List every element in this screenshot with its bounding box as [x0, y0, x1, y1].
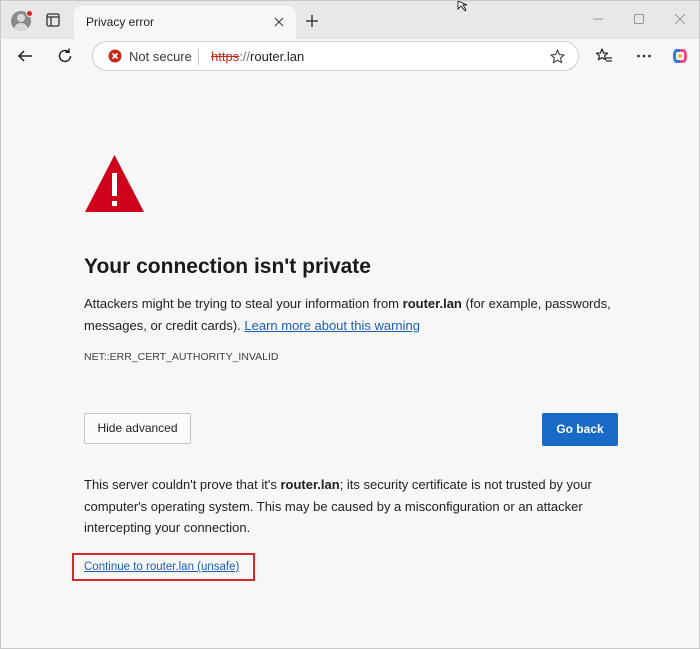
plus-icon[interactable] — [304, 13, 320, 29]
warning-circle-icon[interactable] — [108, 49, 122, 63]
favorites-star-list-icon[interactable] — [595, 47, 613, 65]
details-host: router.lan — [280, 477, 340, 492]
desc-prefix: Attackers might be trying to steal your … — [84, 296, 403, 311]
reload-icon[interactable] — [56, 47, 74, 65]
address-bar[interactable]: Not secure https://router.lan — [92, 41, 579, 71]
maximize-icon[interactable] — [631, 11, 647, 27]
tab-actions-icon[interactable] — [45, 12, 61, 28]
advanced-details: This server couldn't prove that it's rou… — [84, 474, 624, 539]
details-prefix: This server couldn't prove that it's — [84, 477, 281, 492]
tab-title: Privacy error — [86, 15, 155, 29]
desc-host: router.lan — [402, 296, 462, 311]
url-host: router.lan — [250, 49, 305, 64]
copilot-icon[interactable] — [671, 47, 689, 65]
warning-triangle-icon — [85, 155, 144, 212]
close-icon[interactable] — [272, 15, 286, 29]
learn-more-link[interactable]: Learn more about this warning — [244, 318, 420, 333]
minimize-icon[interactable] — [590, 11, 606, 27]
address-divider — [198, 49, 199, 65]
warning-description: Attackers might be trying to steal your … — [84, 293, 614, 337]
window-close-icon[interactable] — [672, 11, 688, 27]
continue-unsafe-link[interactable]: Continue to router.lan (unsafe) — [84, 561, 239, 573]
mouse-cursor-icon — [457, 1, 468, 11]
url-scheme: https — [211, 49, 240, 64]
more-ellipsis-icon[interactable] — [635, 47, 653, 65]
browser-window: Privacy error Not secure https://router.… — [0, 0, 700, 649]
go-back-button[interactable]: Go back — [542, 413, 618, 446]
star-icon[interactable] — [549, 48, 566, 65]
page-title: Your connection isn't private — [84, 255, 371, 278]
error-code: NET::ERR_CERT_AUTHORITY_INVALID — [84, 351, 279, 363]
profile-avatar-icon[interactable] — [11, 10, 33, 32]
hide-advanced-button[interactable]: Hide advanced — [84, 413, 191, 444]
url-separator: :// — [239, 49, 251, 64]
tab-privacy-error[interactable]: Privacy error — [74, 6, 296, 39]
tab-strip: Privacy error — [1, 1, 699, 39]
arrow-left-icon[interactable] — [16, 47, 34, 65]
security-label[interactable]: Not secure — [129, 49, 192, 64]
url-text[interactable]: https://router.lan — [211, 49, 304, 64]
